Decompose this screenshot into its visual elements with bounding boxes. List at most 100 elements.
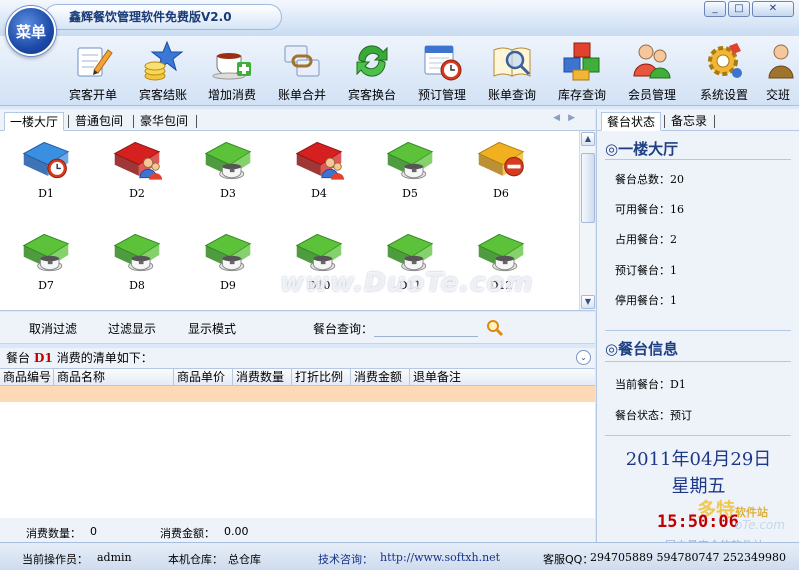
- table-label: D5: [402, 187, 418, 200]
- app-title: 鑫辉餐饮管理软件免费版V2.0: [44, 4, 282, 30]
- hall-section-title: ◎一楼大厅: [605, 140, 679, 158]
- divider: [605, 330, 791, 331]
- tab-scroll-arrows[interactable]: ◀▶: [553, 113, 583, 123]
- table-card-d1[interactable]: D1: [14, 137, 78, 207]
- toolbar-open-bill[interactable]: 宾客开单: [58, 40, 128, 104]
- table-card-d8[interactable]: D8: [105, 229, 169, 299]
- magnifier-book-icon: [493, 47, 531, 77]
- table-label: D2: [129, 187, 145, 200]
- table-reserved-icon: [22, 141, 70, 179]
- table-occupied-icon: [113, 141, 163, 180]
- toolbar-reservations[interactable]: 预订管理: [407, 40, 477, 104]
- stat-total-tables: 餐台总数：20: [615, 173, 684, 186]
- toolbar-members[interactable]: 会员管理: [617, 40, 687, 104]
- tab-first-floor-hall[interactable]: 一楼大厅: [4, 112, 65, 131]
- totals-bar: 消费数量： 0 消费金额： 0.00: [0, 518, 595, 542]
- right-tabs: 餐台状态 备忘录: [597, 109, 799, 131]
- tab-separator: [196, 115, 197, 128]
- table-label: D3: [220, 187, 236, 200]
- stat-occupied-tables: 占用餐台：2: [615, 233, 677, 246]
- table-card-d9[interactable]: D9: [196, 229, 260, 299]
- toolbar-settings[interactable]: 系统设置: [689, 40, 759, 104]
- toolbar-bill-query[interactable]: 账单查询: [477, 40, 547, 104]
- toolbar-inventory-query[interactable]: 库存查询: [547, 40, 617, 104]
- teacup-plus-icon: [212, 53, 251, 80]
- title-bar: 鑫辉餐饮管理软件免费版V2.0 _ □ ✕: [0, 0, 799, 36]
- cubes-icon: [563, 42, 600, 81]
- col-unit-price[interactable]: 商品单价: [174, 369, 233, 386]
- main-toolbar: 宾客开单 宾客结账 增加消费 账单合并 宾客换台 预订管理 账单查询 库存查询 …: [0, 36, 799, 106]
- table-available-icon: [22, 233, 70, 272]
- col-refund-note[interactable]: 退单备注: [410, 369, 595, 386]
- table-info-title: ◎餐台信息: [605, 340, 679, 358]
- collapse-chevron-icon[interactable]: ⌄: [576, 350, 591, 365]
- toolbar-merge-bills[interactable]: 账单合并: [267, 40, 337, 104]
- coins-star-icon: [144, 40, 184, 81]
- table-card-d3[interactable]: D3: [196, 137, 260, 207]
- tab-separator: [68, 115, 69, 128]
- divider: [605, 159, 791, 160]
- close-button[interactable]: ✕: [752, 1, 794, 17]
- members-icon: [633, 44, 671, 79]
- table-search-input[interactable]: [374, 319, 478, 337]
- maximize-button[interactable]: □: [728, 1, 750, 17]
- current-time: 15:50:06: [657, 512, 739, 532]
- orders-grid-body: [0, 402, 595, 518]
- current-table: 当前餐台：D1: [615, 378, 686, 391]
- table-card-d4[interactable]: D4: [287, 137, 351, 207]
- green-swap-icon: [356, 45, 388, 77]
- minimize-button[interactable]: _: [704, 1, 726, 17]
- gear-icon: [708, 43, 742, 78]
- col-quantity[interactable]: 消费数量: [233, 369, 292, 386]
- table-card-d5[interactable]: D5: [378, 137, 442, 207]
- filter-display-button[interactable]: 过滤显示: [108, 320, 156, 337]
- tab-standard-room[interactable]: 普通包间: [70, 112, 128, 131]
- filter-bar: 取消过滤 过滤显示 显示模式 餐台查询：: [0, 312, 595, 344]
- qq-label: 客服QQ：: [543, 553, 594, 566]
- table-available-icon: [204, 233, 252, 272]
- col-item-code[interactable]: 商品编号: [0, 369, 54, 386]
- toolbar-change-table[interactable]: 宾客换台: [337, 40, 407, 104]
- table-label: D9: [220, 279, 236, 292]
- handover-icon: [768, 44, 794, 79]
- table-label: D8: [129, 279, 145, 292]
- scroll-up-arrow[interactable]: ▲: [581, 132, 595, 146]
- toolbar-add-consumption[interactable]: 增加消费: [197, 40, 267, 104]
- calendar-clock-icon: [424, 45, 462, 81]
- orders-table-number: D1: [34, 351, 53, 365]
- total-qty-value: 0: [90, 525, 97, 538]
- total-qty-label: 消费数量：: [26, 527, 81, 540]
- col-discount[interactable]: 打折比例: [292, 369, 351, 386]
- operator-label: 当前操作员：: [22, 553, 88, 566]
- menu-button[interactable]: 菜单: [6, 6, 56, 56]
- tab-luxury-room[interactable]: 豪华包间: [135, 112, 193, 131]
- table-card-d2[interactable]: D2: [105, 137, 169, 207]
- table-label: D4: [311, 187, 327, 200]
- toolbar-handover[interactable]: 交班: [756, 40, 799, 104]
- search-icon[interactable]: [486, 319, 504, 337]
- watermark-sub: oTe.com: [735, 518, 786, 532]
- scroll-thumb[interactable]: [581, 153, 595, 223]
- toolbar-checkout[interactable]: 宾客结账: [128, 40, 198, 104]
- tab-table-status[interactable]: 餐台状态: [601, 112, 662, 131]
- col-amount[interactable]: 消费金额: [351, 369, 410, 386]
- tables-scrollbar[interactable]: ▲ ▼: [579, 131, 595, 310]
- table-disabled-icon: [477, 141, 525, 177]
- watermark-text: www.DuoTe.com: [280, 268, 534, 298]
- chain-link-icon: [284, 45, 320, 77]
- table-card-d6[interactable]: D6: [469, 137, 533, 207]
- cancel-filter-button[interactable]: 取消过滤: [29, 320, 77, 337]
- status-bar: 当前操作员： admin 本机仓库： 总仓库 技术咨询： http://www.…: [0, 542, 799, 570]
- col-item-name[interactable]: 商品名称: [54, 369, 174, 386]
- scroll-down-arrow[interactable]: ▼: [581, 295, 595, 309]
- table-card-d7[interactable]: D7: [14, 229, 78, 299]
- tab-memo[interactable]: 备忘录: [666, 112, 712, 131]
- stat-disabled-tables: 停用餐台：1: [615, 294, 677, 307]
- stat-reserved-tables: 预订餐台：1: [615, 264, 677, 277]
- display-mode-button[interactable]: 显示模式: [188, 320, 236, 337]
- divider: [605, 435, 791, 436]
- tab-separator: [664, 115, 665, 128]
- support-link[interactable]: http://www.softxh.net: [380, 551, 500, 564]
- table-search-label: 餐台查询：: [313, 322, 374, 336]
- table-row[interactable]: [0, 386, 595, 402]
